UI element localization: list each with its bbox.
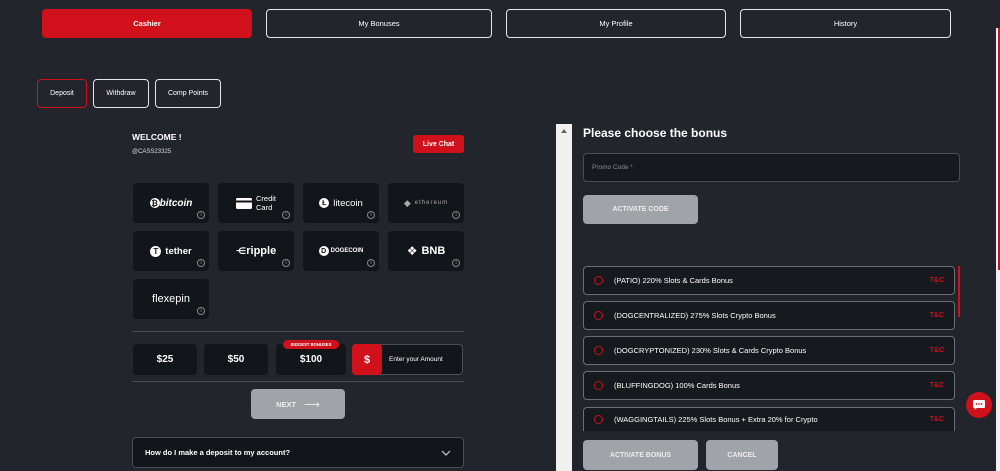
next-label: NEXT (276, 399, 297, 409)
activate-bonus-button[interactable]: ACTIVATE BONUS (583, 440, 698, 470)
bonus-name: (PATIO) 220% Slots & Cards Bonus (614, 276, 733, 285)
info-icon[interactable]: i (452, 259, 460, 267)
radio-icon[interactable] (594, 276, 603, 285)
bonus-option[interactable]: (PATIO) 220% Slots & Cards Bonus T&C (583, 266, 955, 295)
payment-ripple[interactable]: ⋲ ripple i (218, 231, 294, 271)
credit-card-label: Credit Card (256, 194, 276, 212)
chevron-down-icon (441, 450, 451, 456)
payment-bnb[interactable]: ❖ BNB i (388, 231, 464, 271)
bonus-name: (WAGGINGTAILS) 225% Slots Bonus + Extra … (614, 415, 818, 424)
radio-icon[interactable] (594, 415, 603, 424)
payment-ethereum-label: ethereum (414, 200, 449, 206)
bnb-icon: ❖ (406, 244, 418, 258)
info-icon[interactable]: i (197, 211, 205, 219)
info-icon[interactable]: i (452, 211, 460, 219)
tab-history[interactable]: History (740, 9, 951, 38)
payment-tether-label: tether (165, 245, 192, 257)
amount-50-button[interactable]: $50 (204, 344, 268, 375)
bonus-option[interactable]: (BLUFFINGDOG) 100% Cards Bonus T&C (583, 371, 955, 400)
payment-bitcoin[interactable]: ₿ bitcoin i (133, 183, 209, 223)
radio-icon[interactable] (594, 346, 603, 355)
subtab-deposit[interactable]: Deposit (37, 79, 87, 108)
payment-dogecoin[interactable]: D DOGECOIN i (303, 231, 379, 271)
custom-amount-input[interactable]: $ Enter your Amount (352, 344, 463, 375)
tab-cashier[interactable]: Cashier (42, 9, 252, 38)
ripple-icon: ⋲ (235, 245, 247, 256)
info-icon[interactable]: i (282, 259, 290, 267)
terms-link[interactable]: T&C (930, 277, 944, 284)
tab-my-bonuses[interactable]: My Bonuses (266, 9, 492, 38)
info-icon[interactable]: i (282, 211, 290, 219)
bonus-option[interactable]: (DOGCENTRALIZED) 275% Slots Crypto Bonus… (583, 301, 955, 330)
bitcoin-icon: ₿ (149, 198, 160, 208)
promo-code-input[interactable]: Promo Code * (583, 153, 960, 182)
faq-deposit-accordion[interactable]: How do I make a deposit to my account? (132, 437, 464, 468)
credit-card-icon (235, 197, 252, 209)
payment-flexepin-label: flexepin (152, 293, 190, 305)
custom-amount-placeholder: Enter your Amount (389, 356, 443, 363)
activate-code-button[interactable]: ACTIVATE CODE (583, 195, 698, 224)
info-icon[interactable]: i (367, 211, 375, 219)
info-icon[interactable]: i (367, 259, 375, 267)
terms-link[interactable]: T&C (930, 416, 944, 423)
user-id: @CASS23325 (132, 149, 172, 155)
tab-my-profile[interactable]: My Profile (506, 9, 726, 38)
terms-link[interactable]: T&C (930, 347, 944, 354)
arrow-right-icon: ⟶ (304, 398, 320, 411)
terms-link[interactable]: T&C (930, 382, 944, 389)
bonus-option[interactable]: (DOGCRYPTONIZED) 230% Slots & Cards Cryp… (583, 336, 955, 365)
terms-link[interactable]: T&C (930, 312, 944, 319)
dogecoin-icon: D (318, 246, 329, 256)
cancel-button[interactable]: CANCEL (706, 440, 778, 470)
info-icon[interactable]: i (197, 307, 205, 315)
bonus-name: (DOGCENTRALIZED) 275% Slots Crypto Bonus (614, 311, 776, 320)
payment-flexepin[interactable]: flexepin i (133, 279, 209, 319)
amount-25-button[interactable]: $25 (133, 344, 197, 375)
subtab-withdraw[interactable]: Withdraw (93, 79, 149, 108)
radio-icon[interactable] (594, 311, 603, 320)
payment-litecoin[interactable]: Ł litecoin i (303, 183, 379, 223)
bonus-option[interactable]: (WAGGINGTAILS) 225% Slots Bonus + Extra … (583, 407, 955, 431)
info-icon[interactable]: i (197, 259, 205, 267)
payment-tether[interactable]: T tether i (133, 231, 209, 271)
radio-icon[interactable] (594, 381, 603, 390)
scroll-up-icon[interactable] (556, 125, 572, 137)
biggest-bonuses-badge: BIGGEST BONUSES (283, 340, 339, 349)
ethereum-icon: ◆ (403, 197, 411, 208)
payment-bitcoin-label: bitcoin (159, 197, 193, 209)
subtab-comp-points[interactable]: Comp Points (155, 79, 221, 108)
panel-scrollbar[interactable] (556, 124, 572, 471)
litecoin-icon: Ł (319, 198, 330, 208)
chat-icon[interactable] (966, 392, 992, 418)
faq-question: How do I make a deposit to my account? (145, 448, 291, 457)
live-chat-button[interactable]: Live Chat (413, 135, 464, 153)
divider (132, 381, 464, 382)
next-button[interactable]: NEXT ⟶ (251, 389, 345, 419)
payment-bnb-label: BNB (421, 245, 446, 257)
payment-ethereum[interactable]: ◆ ethereum i (388, 183, 464, 223)
bonus-name: (DOGCRYPTONIZED) 230% Slots & Cards Cryp… (614, 346, 807, 355)
credit-card-line1: Credit (255, 194, 276, 203)
payment-ripple-label: ripple (246, 245, 277, 257)
bonus-list-scrollbar[interactable] (958, 266, 960, 317)
welcome-title: WELCOME ! (132, 132, 182, 142)
bonus-panel-title: Please choose the bonus (583, 126, 728, 140)
payment-dogecoin-label: DOGECOIN (330, 248, 364, 254)
bonus-name: (BLUFFINGDOG) 100% Cards Bonus (614, 381, 740, 390)
payment-litecoin-label: litecoin (333, 197, 363, 209)
tether-icon: T (150, 245, 162, 257)
dollar-icon: $ (352, 344, 382, 375)
payment-credit-card[interactable]: Credit Card i (218, 183, 294, 223)
credit-card-line2: Card (255, 203, 273, 212)
divider (132, 331, 464, 332)
